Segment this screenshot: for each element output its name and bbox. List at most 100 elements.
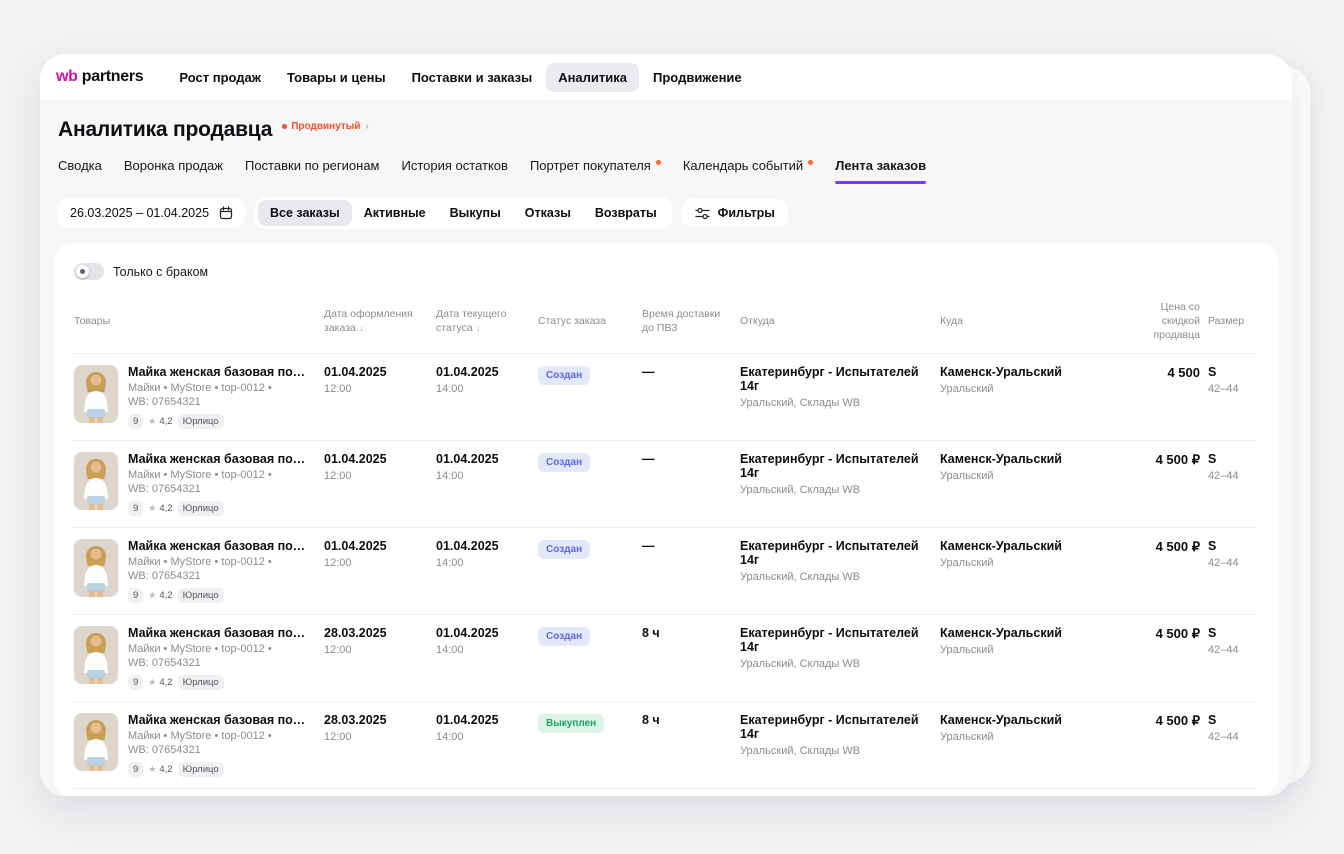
column-header-size: Размер [1208,314,1258,328]
table-body: Майка женская базовая под пи... Майки • … [54,353,1278,796]
to-city: Каменск-Уральский [940,365,1114,379]
status-cell: Создан [538,626,642,646]
notification-dot-icon [656,160,661,165]
product-meta: Майки • MyStore • top-0012 • [128,382,313,394]
tab-supplies-by-region[interactable]: Поставки по регионам [245,158,380,184]
segment-buyouts[interactable]: Выкупы [438,200,513,226]
tab-summary[interactable]: Сводка [58,158,102,184]
order-time: 12:00 [324,557,426,569]
plan-badge[interactable]: Продвинутый › [282,121,369,132]
order-date-cell: 01.04.2025 12:00 [324,452,436,482]
rating-value: 4,2 [159,764,172,775]
nav-item-goods-prices[interactable]: Товары и цены [275,63,398,92]
table-row[interactable]: Майка женская базовая под пи... Майки • … [74,527,1258,614]
product-info: Майка женская базовая под пи... Майки • … [128,713,313,777]
tab-sales-funnel[interactable]: Воронка продаж [124,158,223,184]
to-city: Каменск-Уральский [940,452,1114,466]
logo-partners: partners [82,68,144,85]
product-wb-article: WB: 07654321 [128,483,313,495]
photos-count-badge: 9 [128,414,143,429]
delivery-time-cell: — [642,452,740,466]
column-header-order-date[interactable]: Дата оформления заказа ↓ [324,307,436,336]
status-badge: Создан [538,453,590,472]
to-cell: Каменск-Уральский Уральский [940,713,1124,743]
product-badges: 9 ★ 4,2 Юрлицо [128,675,313,690]
from-warehouse: Екатеринбург - Испытателей 14г [740,452,930,480]
product-meta: Майки • MyStore • top-0012 • [128,643,313,655]
product-meta: Майки • MyStore • top-0012 • [128,730,313,742]
order-date: 28.03.2025 [324,713,426,727]
segment-returns[interactable]: Возвраты [583,200,669,226]
product-image [74,539,118,597]
product-cell: Майка женская базовая под пи... Майки • … [74,626,324,690]
status-date: 01.04.2025 [436,626,528,640]
top-navigation: wb partners Рост продаж Товары и цены По… [40,54,1292,100]
status-badge: Создан [538,627,590,646]
product-name[interactable]: Майка женская базовая под пи... [128,452,313,466]
tab-buyer-portrait[interactable]: Портрет покупателя [530,158,661,184]
from-warehouse: Екатеринбург - Испытателей 14г [740,365,930,393]
segment-declines[interactable]: Отказы [513,200,583,226]
status-date-cell: 01.04.2025 14:00 [436,626,538,656]
column-header-to: Куда [940,314,1124,328]
size-cell: S 42–44 [1208,713,1258,743]
product-name[interactable]: Майка женская базовая под пи... [128,626,313,640]
order-time: 12:00 [324,644,426,656]
from-warehouse: Екатеринбург - Испытателей 14г [740,626,930,654]
to-cell: Каменск-Уральский Уральский [940,539,1124,569]
column-header-label: Дата оформления заказа [324,308,413,334]
nav-item-analytics[interactable]: Аналитика [546,63,639,92]
toggle-label: Только с браком [113,265,208,279]
product-wb-article: WB: 07654321 [128,657,313,669]
from-region: Уральский, Склады WB [740,397,930,409]
order-date: 01.04.2025 [324,365,426,379]
logo-wb: wb [56,68,78,85]
column-header-products: Товары [74,314,324,328]
column-header-status-date[interactable]: Дата текущего статуса ↓ [436,307,538,336]
table-row[interactable]: Майка женская базовая под пи... Майки • … [74,788,1258,796]
product-name[interactable]: Майка женская базовая под пи... [128,539,313,553]
delivery-time-cell: 8 ч [642,626,740,640]
table-row[interactable]: Майка женская базовая под пи... Майки • … [74,353,1258,440]
star-icon: ★ [148,764,156,775]
order-status-segmented-control: Все заказы Активные Выкупы Отказы Возвра… [255,197,672,229]
rating-value: 4,2 [159,677,172,688]
date-range-picker[interactable]: 26.03.2025 – 01.04.2025 [58,198,245,228]
product-name[interactable]: Майка женская базовая под пи... [128,713,313,727]
to-city: Каменск-Уральский [940,713,1114,727]
product-info: Майка женская базовая под пи... Майки • … [128,626,313,690]
product-name[interactable]: Майка женская базовая под пи... [128,365,313,379]
tab-label: Календарь событий [683,158,803,173]
only-defects-toggle[interactable] [74,263,104,280]
page-title: Аналитика продавца [58,118,272,142]
entity-badge: Юрлицо [178,501,224,516]
tab-orders-feed[interactable]: Лента заказов [835,158,926,184]
tab-stock-history[interactable]: История остатков [402,158,508,184]
from-warehouse: Екатеринбург - Испытателей 14г [740,713,930,741]
table-row[interactable]: Майка женская базовая под пи... Майки • … [74,440,1258,527]
table-row[interactable]: Майка женская базовая под пи... Майки • … [74,701,1258,788]
star-icon: ★ [148,590,156,601]
plan-dot-icon [282,124,287,129]
photos-count-badge: 9 [128,501,143,516]
table-header-row: Товары Дата оформления заказа ↓ Дата тек… [74,296,1258,353]
product-badges: 9 ★ 4,2 Юрлицо [128,762,313,777]
nav-item-promotion[interactable]: Продвижение [641,63,754,92]
product-wb-article: WB: 07654321 [128,744,313,756]
sort-down-icon: ↓ [359,323,364,334]
wb-partners-logo[interactable]: wb partners [56,68,143,86]
nav-item-sales-growth[interactable]: Рост продаж [167,63,273,92]
segment-all-orders[interactable]: Все заказы [258,200,352,226]
order-date-cell: 28.03.2025 12:00 [324,713,436,743]
segment-active[interactable]: Активные [352,200,438,226]
tab-events-calendar[interactable]: Календарь событий [683,158,813,184]
table-row[interactable]: Майка женская базовая под пи... Майки • … [74,614,1258,701]
page-content: Аналитика продавца Продвинутый › Сводка … [40,100,1292,796]
product-wb-article: WB: 07654321 [128,570,313,582]
from-cell: Екатеринбург - Испытателей 14г Уральский… [740,626,940,670]
filter-sliders-icon [695,207,710,220]
order-time: 12:00 [324,383,426,395]
size-cell: S 42–44 [1208,365,1258,395]
nav-item-supplies-orders[interactable]: Поставки и заказы [400,63,545,92]
filters-button[interactable]: Фильтры [682,199,788,227]
